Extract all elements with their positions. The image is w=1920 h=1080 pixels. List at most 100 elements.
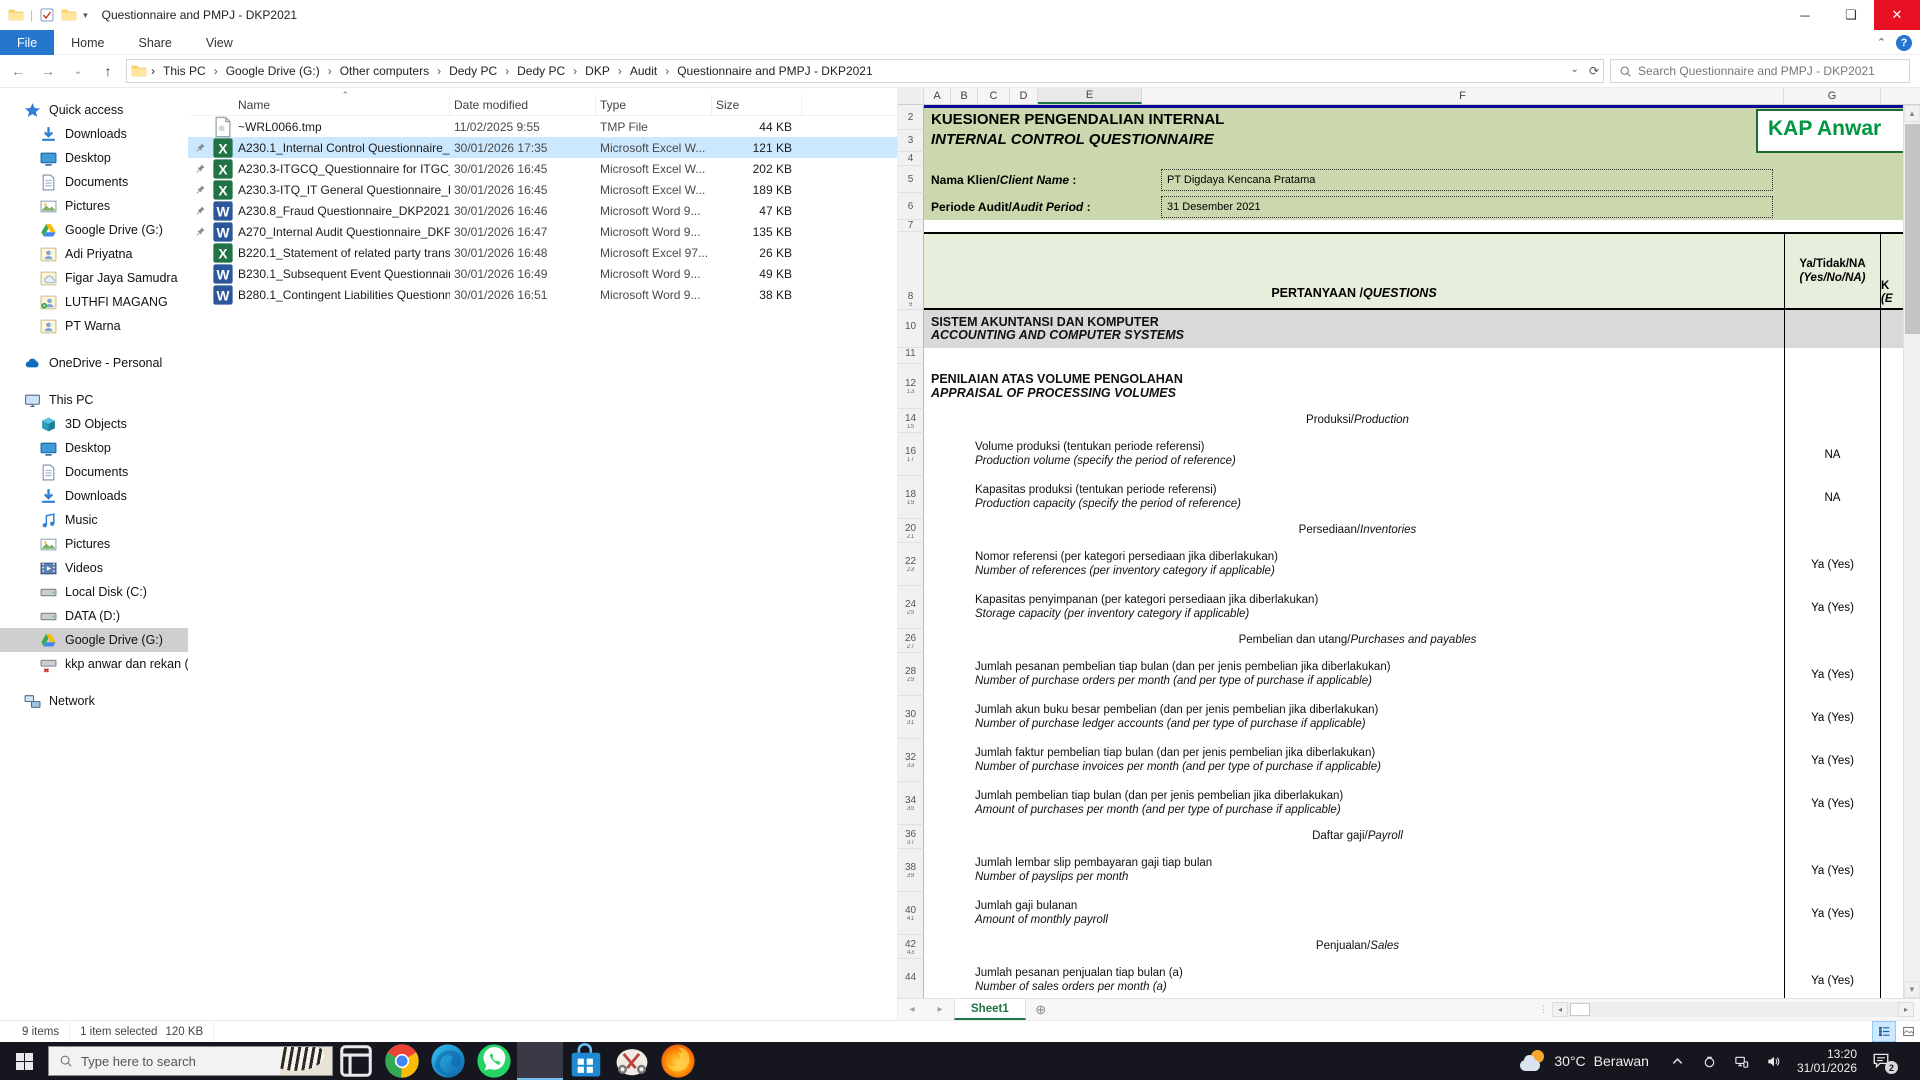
column-header-f[interactable]: F bbox=[1142, 88, 1784, 104]
sheet-row[interactable]: 3839 Jumlah lembar slip pembayaran gaji … bbox=[898, 849, 1920, 892]
sheet-tab[interactable]: Sheet1 bbox=[954, 999, 1026, 1020]
answer-cell[interactable]: Ya (Yes) bbox=[1784, 782, 1881, 825]
restore-button[interactable]: ❏ bbox=[1828, 0, 1874, 30]
sheet-vertical-scrollbar[interactable]: ▲ ▼ bbox=[1903, 105, 1920, 998]
breadcrumb-segment[interactable]: Google Drive (G:) bbox=[210, 64, 324, 78]
address-dropdown-icon[interactable]: ⌄ bbox=[1571, 64, 1579, 78]
row-number[interactable]: 4041 bbox=[898, 892, 924, 935]
answer-cell[interactable]: Ya (Yes) bbox=[1784, 959, 1881, 998]
row-number[interactable]: 6 bbox=[898, 193, 924, 220]
sidebar-item[interactable]: Google Drive (G:) bbox=[0, 628, 188, 652]
sheet-row[interactable]: 1415 Produksi/ Production bbox=[898, 409, 1920, 433]
row-number[interactable]: 3031 bbox=[898, 696, 924, 739]
sheet-row[interactable]: 44 Jumlah pesanan penjualan tiap bulan (… bbox=[898, 959, 1920, 998]
column-header-g[interactable]: G bbox=[1784, 88, 1881, 104]
close-button[interactable]: ✕ bbox=[1874, 0, 1920, 30]
answer-cell[interactable]: NA bbox=[1784, 476, 1881, 519]
minimize-button[interactable]: ─ bbox=[1782, 0, 1828, 30]
sidebar-item[interactable]: Pictures bbox=[0, 194, 188, 218]
answer-cell[interactable]: Ya (Yes) bbox=[1784, 653, 1881, 696]
breadcrumb-segment[interactable]: Audit bbox=[614, 64, 661, 78]
refresh-icon[interactable]: ⟳ bbox=[1589, 64, 1599, 78]
row-number[interactable]: 1617 bbox=[898, 433, 924, 476]
sidebar-item[interactable]: DATA (D:) bbox=[0, 604, 188, 628]
show-hidden-icons-chevron[interactable] bbox=[1669, 1053, 1687, 1069]
answer-cell[interactable] bbox=[1784, 364, 1881, 409]
file-row[interactable]: A230.1_Internal Control Questionnaire_D.… bbox=[188, 137, 897, 158]
column-header-d[interactable]: D bbox=[1010, 88, 1038, 104]
sheet-row[interactable]: 1213 PENILAIAN ATAS VOLUME PENGOLAHAN AP… bbox=[898, 364, 1920, 409]
sidebar-item[interactable]: LUTHFI MAGANG bbox=[0, 290, 188, 314]
sheet-row[interactable]: 3233 Jumlah faktur pembelian tiap bulan … bbox=[898, 739, 1920, 782]
taskbar-app-icon[interactable] bbox=[471, 1042, 517, 1080]
breadcrumb-segment[interactable]: Other computers bbox=[324, 64, 433, 78]
row-number[interactable]: 89 bbox=[898, 232, 924, 310]
sheet-horizontal-scrollbar[interactable]: ⋮ ◂ ▸ bbox=[1539, 1002, 1914, 1017]
sheet-row[interactable]: 1617 Volume produksi (tentukan periode r… bbox=[898, 433, 1920, 476]
date-column-header[interactable]: Date modified bbox=[450, 94, 596, 115]
answer-cell[interactable]: NA bbox=[1784, 433, 1881, 476]
file-row[interactable]: A270_Internal Audit Questionnaire_DKP2..… bbox=[188, 221, 897, 242]
start-button[interactable] bbox=[0, 1042, 48, 1080]
sidebar-item[interactable]: OneDrive - Personal bbox=[0, 351, 188, 375]
row-number[interactable]: 2223 bbox=[898, 543, 924, 586]
select-all-corner[interactable] bbox=[898, 88, 924, 104]
sidebar-item[interactable]: Figar Jaya Samudra bbox=[0, 266, 188, 290]
taskbar-app-icon[interactable] bbox=[333, 1042, 379, 1080]
row-number[interactable]: 3637 bbox=[898, 825, 924, 849]
answer-cell[interactable] bbox=[1784, 935, 1881, 959]
row-number[interactable]: 3839 bbox=[898, 849, 924, 892]
client-name-value[interactable]: PT Digdaya Kencana Pratama bbox=[1161, 169, 1773, 191]
column-header-a[interactable]: A bbox=[924, 88, 951, 104]
sheet-row[interactable]: 4243 Penjualan/ Sales bbox=[898, 935, 1920, 959]
sidebar-item[interactable]: Local Disk (C:) bbox=[0, 580, 188, 604]
answer-cell[interactable] bbox=[1784, 629, 1881, 653]
sidebar-item[interactable]: Downloads bbox=[0, 122, 188, 146]
sidebar-item[interactable]: Network bbox=[0, 689, 188, 713]
taskbar-app-icon[interactable] bbox=[379, 1042, 425, 1080]
scroll-right-icon[interactable]: ▸ bbox=[1898, 1002, 1914, 1017]
breadcrumb-segment[interactable]: This PC bbox=[159, 64, 210, 78]
row-number[interactable]: 4 bbox=[898, 152, 924, 166]
new-folder-icon[interactable] bbox=[61, 7, 77, 23]
answer-cell[interactable] bbox=[1784, 825, 1881, 849]
file-row[interactable]: A230.3-ITGCQ_Questionnaire for ITGC_DK..… bbox=[188, 158, 897, 179]
sheet-row[interactable]: 2425 Kapasitas penyimpanan (per kategori… bbox=[898, 586, 1920, 629]
answer-cell[interactable]: Ya (Yes) bbox=[1784, 739, 1881, 782]
row-number[interactable]: 1415 bbox=[898, 409, 924, 433]
taskbar-app-icon[interactable] bbox=[609, 1042, 655, 1080]
taskbar-app-icon[interactable] bbox=[425, 1042, 471, 1080]
sheet-row[interactable]: 10 SISTEM AKUNTANSI DAN KOMPUTER ACCOUNT… bbox=[898, 310, 1920, 348]
sidebar-item[interactable]: Desktop bbox=[0, 436, 188, 460]
sidebar-item[interactable]: PT Warna bbox=[0, 314, 188, 338]
address-breadcrumb-box[interactable]: › This PC Google Drive (G:) Other comput… bbox=[126, 59, 1604, 83]
sheet-row[interactable]: 1819 Kapasitas produksi (tentukan period… bbox=[898, 476, 1920, 519]
row-number[interactable]: 11 bbox=[898, 348, 924, 364]
answer-cell[interactable] bbox=[1784, 348, 1881, 364]
breadcrumb-segment[interactable]: Dedy PC bbox=[433, 64, 501, 78]
taskbar-app-icon[interactable] bbox=[563, 1042, 609, 1080]
answer-cell[interactable] bbox=[1784, 519, 1881, 543]
tray-status-icon[interactable] bbox=[1701, 1053, 1719, 1069]
sheet-row[interactable]: 2627 Pembelian dan utang/ Purchases and … bbox=[898, 629, 1920, 653]
sidebar-item[interactable]: This PC bbox=[0, 388, 188, 412]
row-number[interactable]: 2829 bbox=[898, 653, 924, 696]
ribbon-tab[interactable]: Home bbox=[54, 30, 121, 55]
breadcrumb-segment[interactable]: Questionnaire and PMPJ - DKP2021 bbox=[661, 64, 876, 78]
customize-quick-access-toolbar-icon[interactable]: ▾ bbox=[83, 10, 88, 21]
add-sheet-icon[interactable]: ⊕ bbox=[1026, 999, 1056, 1020]
row-number[interactable]: 3435 bbox=[898, 782, 924, 825]
sidebar-item[interactable]: Desktop bbox=[0, 146, 188, 170]
sheet-row[interactable]: 4041 Jumlah gaji bulanan Amount of month… bbox=[898, 892, 1920, 935]
sheet-body[interactable]: KAP Anwar 2KUESIONER PENGENDALIAN INTERN… bbox=[898, 105, 1920, 998]
up-button[interactable]: ↑ bbox=[96, 63, 120, 79]
row-number[interactable]: 4243 bbox=[898, 935, 924, 959]
recent-locations-icon[interactable]: ⌄ bbox=[66, 66, 90, 77]
row-number[interactable]: 1213 bbox=[898, 364, 924, 409]
row-number[interactable]: 5 bbox=[898, 166, 924, 193]
file-row[interactable]: B280.1_Contingent Liabilities Questionn.… bbox=[188, 284, 897, 305]
sheet-row[interactable]: 11 bbox=[898, 348, 1920, 364]
answer-cell[interactable]: Ya (Yes) bbox=[1784, 586, 1881, 629]
row-number[interactable]: 3 bbox=[898, 130, 924, 152]
sidebar-item[interactable]: Adi Priyatna bbox=[0, 242, 188, 266]
